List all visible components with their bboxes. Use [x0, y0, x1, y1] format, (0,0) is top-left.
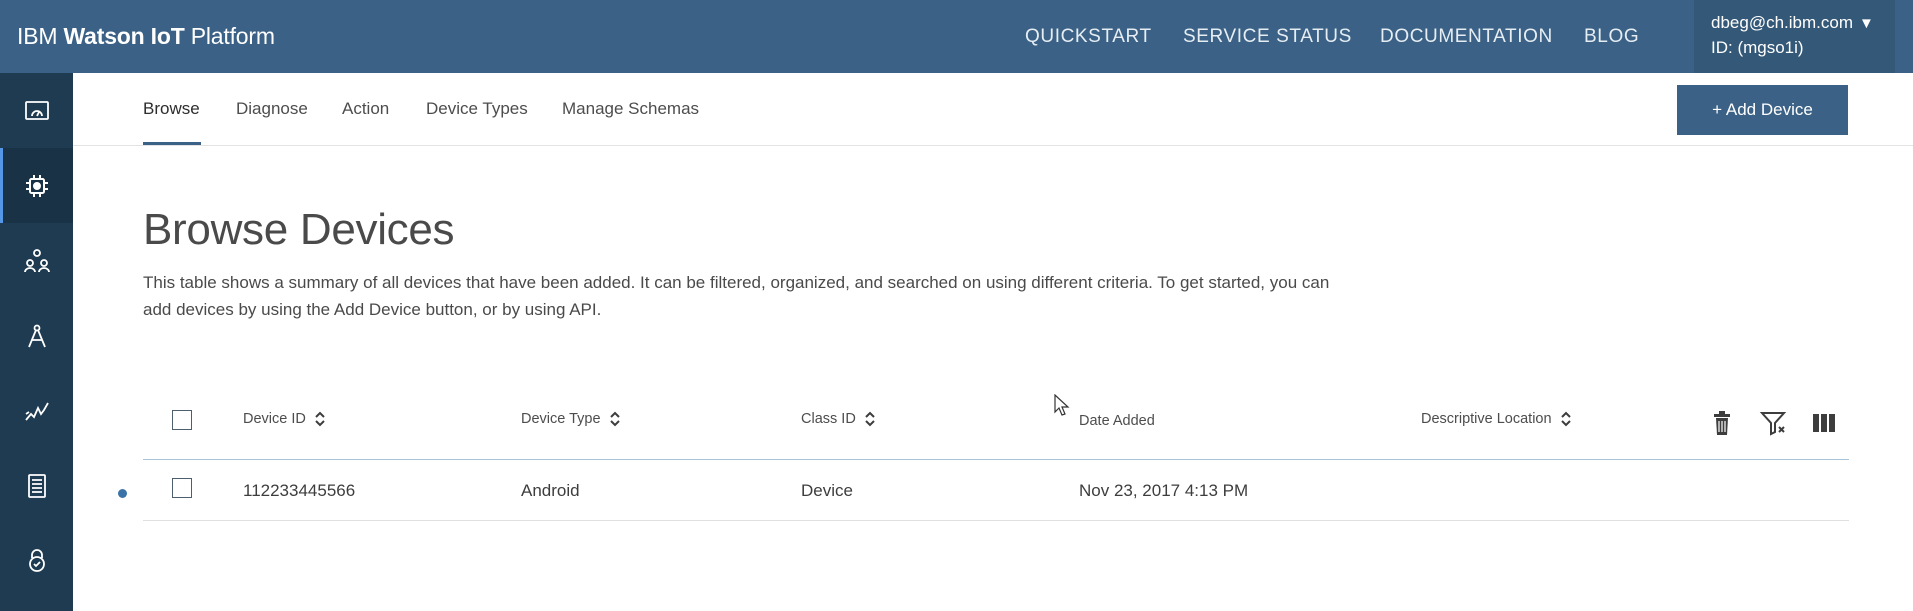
row-divider	[143, 520, 1849, 521]
add-device-button[interactable]: + Add Device	[1677, 85, 1848, 135]
sidebar-item-apps[interactable]	[0, 448, 73, 523]
tab-diagnose[interactable]: Diagnose	[236, 99, 308, 119]
row-status-dot	[118, 489, 127, 498]
caret-down-icon: ▼	[1859, 15, 1874, 32]
mouse-cursor-icon	[1054, 394, 1070, 416]
sort-icon	[865, 411, 875, 427]
trash-icon[interactable]	[1708, 409, 1736, 437]
brand-logo[interactable]: IBM Watson IoT Platform	[17, 23, 275, 50]
nav-documentation[interactable]: DOCUMENTATION	[1380, 26, 1553, 48]
columns-icon[interactable]	[1810, 409, 1838, 437]
sidebar	[0, 73, 73, 611]
user-email: dbeg@ch.ibm.com ▼	[1711, 13, 1874, 33]
column-header-device-type[interactable]: Device Type	[521, 409, 621, 429]
user-id: ID: (mgso1i)	[1711, 38, 1804, 57]
dashboard-icon	[24, 100, 49, 120]
sort-icon	[609, 411, 620, 427]
brand-prefix: IBM	[17, 23, 64, 49]
column-header-descriptive-location[interactable]: Descriptive Location	[1421, 409, 1572, 429]
tab-browse[interactable]: Browse	[143, 99, 200, 119]
top-bar: IBM Watson IoT Platform QUICKSTART SERVI…	[0, 0, 1913, 73]
sidebar-item-members[interactable]	[0, 223, 73, 298]
column-label: Date Added	[1079, 413, 1155, 429]
table-header-divider	[143, 459, 1849, 460]
apps-icon	[27, 473, 46, 498]
chip-icon	[25, 174, 48, 197]
cell-device-id[interactable]: 112233445566	[243, 481, 355, 501]
members-icon	[23, 248, 50, 272]
cell-date-added: Nov 23, 2017 4:13 PM	[1079, 481, 1249, 500]
cell-class-id: Device	[801, 481, 853, 500]
brand-bold: Watson IoT	[63, 23, 185, 49]
page-title: Browse Devices	[143, 205, 455, 254]
tabs-divider	[73, 145, 1913, 146]
column-header-device-id[interactable]: Device ID	[243, 409, 326, 429]
nav-quickstart[interactable]: QUICKSTART	[1025, 26, 1152, 48]
sidebar-item-security[interactable]	[0, 523, 73, 598]
rules-icon	[27, 324, 46, 347]
column-label: Class ID	[801, 411, 856, 427]
sidebar-item-usage[interactable]	[0, 373, 73, 448]
user-menu[interactable]: dbeg@ch.ibm.com ▼ ID: (mgso1i)	[1694, 0, 1895, 73]
cell-device-type: Android	[521, 481, 580, 500]
nav-blog[interactable]: BLOG	[1584, 26, 1639, 48]
select-all-checkbox[interactable]	[172, 410, 192, 430]
sidebar-item-dashboard[interactable]	[0, 73, 73, 148]
column-label: Device Type	[521, 411, 601, 427]
sidebar-item-rules[interactable]	[0, 298, 73, 373]
column-label: Device ID	[243, 411, 306, 427]
tab-device-types[interactable]: Device Types	[426, 99, 528, 119]
row-checkbox[interactable]	[172, 478, 192, 498]
brand-suffix: Platform	[184, 23, 275, 49]
usage-icon	[24, 402, 49, 421]
nav-service-status[interactable]: SERVICE STATUS	[1183, 26, 1352, 48]
column-header-date-added[interactable]: Date Added	[1079, 413, 1155, 429]
tab-manage-schemas[interactable]: Manage Schemas	[562, 99, 699, 119]
filter-icon[interactable]	[1759, 409, 1787, 437]
user-email-text: dbeg@ch.ibm.com	[1711, 13, 1853, 32]
page-description: This table shows a summary of all device…	[143, 273, 1330, 319]
column-label: Descriptive Location	[1421, 411, 1552, 427]
column-header-class-id[interactable]: Class ID	[801, 409, 876, 429]
sidebar-item-devices[interactable]	[0, 148, 73, 223]
tab-action[interactable]: Action	[342, 99, 389, 119]
sort-icon	[315, 411, 325, 427]
security-icon	[28, 548, 45, 572]
sort-icon	[1560, 411, 1571, 427]
